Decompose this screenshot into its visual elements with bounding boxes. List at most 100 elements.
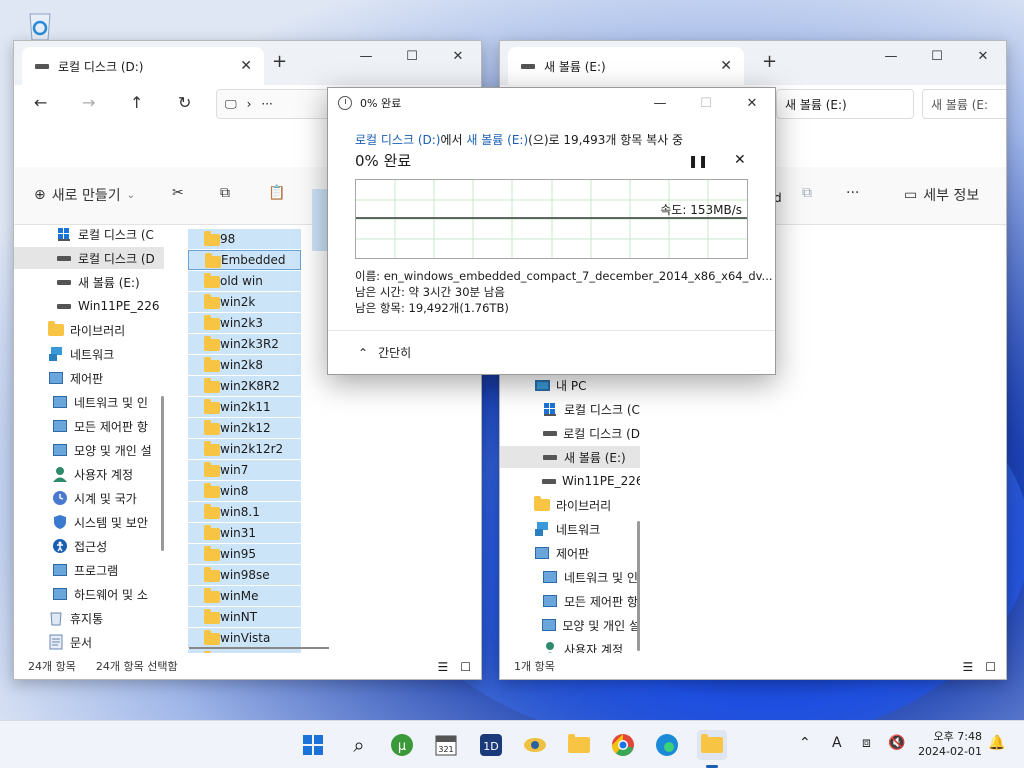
sidebar-item[interactable]: 로컬 디스크 (C	[14, 225, 164, 245]
sidebar-item[interactable]: 네트워크	[14, 343, 164, 365]
sidebar-item[interactable]: Win11PE_226	[14, 295, 164, 317]
file-item[interactable]: winVista	[188, 628, 301, 648]
sidebar-item[interactable]: 시계 및 국가	[14, 487, 164, 509]
details-view-icon[interactable]: ☰	[962, 660, 973, 674]
maximize-button[interactable]: ☐	[389, 41, 435, 71]
volume-muted-icon[interactable]: 🔇	[888, 735, 905, 751]
paste-icon[interactable]: 📋	[268, 185, 285, 201]
tiles-view-icon[interactable]: ☐	[460, 660, 471, 674]
back-icon[interactable]: ←	[34, 93, 47, 112]
sidebar-item[interactable]: 제어판	[14, 367, 164, 389]
file-item[interactable]: win31	[188, 523, 301, 543]
cut-icon[interactable]: ✂	[172, 185, 184, 201]
translate-icon[interactable]: ⧉	[802, 185, 812, 201]
file-item[interactable]: win2K8R2	[188, 376, 301, 396]
search-icon[interactable]: ⌕	[345, 731, 373, 759]
sidebar-item[interactable]: 문서	[14, 631, 164, 653]
pause-icon[interactable]: ❚❚	[688, 154, 708, 168]
file-item[interactable]: win2k3R2	[188, 334, 301, 354]
sidebar-item[interactable]: 로컬 디스크 (D	[14, 247, 164, 269]
sidebar-scrollbar[interactable]	[637, 521, 640, 651]
sidebar-item[interactable]: 프로그램	[14, 559, 164, 581]
chevron-up-icon[interactable]: ⌃	[799, 735, 811, 751]
sidebar-item[interactable]: 하드웨어 및 소	[14, 583, 164, 605]
new-button[interactable]: ⊕ 새로 만들기 ⌄	[34, 185, 135, 205]
tab-close-icon[interactable]: ✕	[240, 58, 252, 74]
sidebar-item[interactable]: 사용자 계정	[14, 463, 164, 485]
sidebar-item[interactable]: 모양 및 개인 설	[14, 439, 164, 461]
sidebar-item[interactable]: 모든 제어판 항	[500, 590, 640, 612]
less-details-button[interactable]: ⌃ 간단히	[358, 344, 411, 361]
eye-app-icon[interactable]	[521, 731, 549, 759]
maximize-button[interactable]: ☐	[914, 41, 960, 71]
sidebar-item[interactable]: 네트워크	[500, 518, 640, 540]
utorrent-icon[interactable]: µ	[388, 731, 416, 759]
file-item[interactable]: win95	[188, 544, 301, 564]
file-item[interactable]: win2k3	[188, 313, 301, 333]
source-link[interactable]: 로컬 디스크 (D:)	[355, 133, 440, 147]
sidebar-item[interactable]: 새 볼륨 (E:)	[14, 271, 164, 293]
more-icon[interactable]: ···	[846, 185, 859, 201]
close-button[interactable]: ✕	[960, 41, 1006, 71]
address-bar[interactable]: 새 볼륨 (E:)	[776, 89, 914, 119]
start-icon[interactable]	[299, 731, 327, 759]
sidebar-item[interactable]: 시스템 및 보안	[14, 511, 164, 533]
file-item[interactable]: win98se	[188, 565, 301, 585]
tab-new-volume-e[interactable]: 새 볼륨 (E:) ✕	[508, 47, 744, 85]
file-item[interactable]: 98	[188, 229, 301, 249]
search-box[interactable]: 새 볼륨 (E:	[922, 89, 1006, 119]
copy-icon[interactable]: ⧉	[220, 185, 230, 201]
ime-indicator[interactable]: A	[832, 735, 842, 751]
sidebar-item[interactable]: 새 볼륨 (E:)	[500, 446, 640, 468]
file-item[interactable]: winNT	[188, 607, 301, 627]
clock[interactable]: 오후 7:48 2024-02-01	[916, 729, 982, 759]
sidebar-item[interactable]: 접근성	[14, 535, 164, 557]
sidebar-item[interactable]: 내 PC	[500, 376, 640, 396]
minimize-button[interactable]: —	[343, 41, 389, 71]
notification-bell-icon[interactable]: 🔔	[988, 735, 1005, 751]
cancel-icon[interactable]: ✕	[734, 152, 746, 168]
refresh-icon[interactable]: ↻	[178, 93, 191, 112]
sidebar-item[interactable]: 제어판	[500, 542, 640, 564]
sidebar-item[interactable]: 라이브러리	[14, 319, 164, 341]
calendar-app-icon[interactable]: 321	[432, 731, 460, 759]
file-item[interactable]: win2k12r2	[188, 439, 301, 459]
sidebar-item[interactable]: 휴지통	[14, 607, 164, 629]
minimize-button[interactable]: —	[637, 88, 683, 118]
media-player-icon[interactable]: 1D	[477, 731, 505, 759]
details-view-icon[interactable]: ☰	[437, 660, 448, 674]
tab-local-disk-d[interactable]: 로컬 디스크 (D:) ✕	[22, 47, 264, 85]
recycle-bin-icon[interactable]	[22, 8, 58, 44]
new-tab-button[interactable]: +	[272, 51, 287, 72]
file-item[interactable]: win8.1	[188, 502, 301, 522]
file-item[interactable]: old win	[188, 271, 301, 291]
sidebar-item[interactable]: 라이브러리	[500, 494, 640, 516]
edge-icon[interactable]	[653, 731, 681, 759]
file-item[interactable]: win2k8	[188, 355, 301, 375]
network-icon[interactable]: ⧈	[862, 735, 871, 751]
file-item[interactable]: win8	[188, 481, 301, 501]
file-item[interactable]: win7	[188, 460, 301, 480]
minimize-button[interactable]: —	[868, 41, 914, 71]
tiles-view-icon[interactable]: ☐	[985, 660, 996, 674]
sidebar-item[interactable]: 로컬 디스크 (D	[500, 422, 640, 444]
more-path-icon[interactable]: ···	[261, 97, 272, 111]
chrome-icon[interactable]	[609, 731, 637, 759]
sidebar-item[interactable]: 네트워크 및 인	[14, 391, 164, 413]
file-item[interactable]: win2k	[188, 292, 301, 312]
file-item[interactable]: win2k11	[188, 397, 301, 417]
sidebar-item[interactable]: 모양 및 개인 설	[500, 614, 640, 636]
new-tab-button[interactable]: +	[762, 51, 777, 72]
details-pane-button[interactable]: ▭ 세부 정보	[904, 185, 979, 205]
file-item[interactable]: winMe	[188, 586, 301, 606]
sidebar-scrollbar[interactable]	[161, 396, 164, 551]
file-item[interactable]: Embedded	[188, 250, 301, 270]
forward-icon[interactable]: →	[82, 93, 95, 112]
close-button[interactable]: ✕	[435, 41, 481, 71]
close-button[interactable]: ✕	[729, 88, 775, 118]
destination-link[interactable]: 새 볼륨 (E:)	[466, 133, 528, 147]
tab-close-icon[interactable]: ✕	[720, 58, 732, 74]
sidebar-item[interactable]: Win11PE_226	[500, 470, 640, 492]
file-item[interactable]: win2k12	[188, 418, 301, 438]
sidebar-item[interactable]: 사용자 계정	[500, 638, 640, 653]
